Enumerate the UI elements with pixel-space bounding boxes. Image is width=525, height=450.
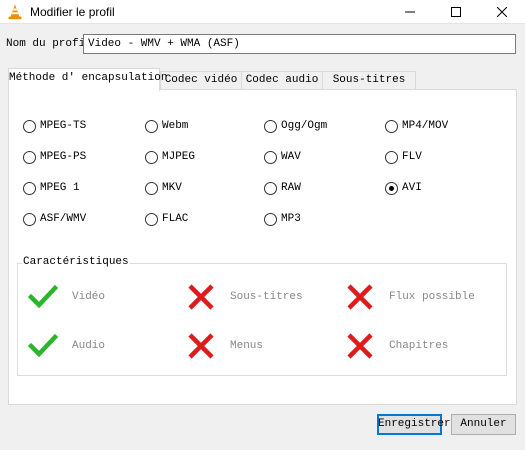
format-radio[interactable]: MKV (145, 180, 182, 196)
radio-circle (385, 119, 398, 133)
cross-icon (188, 284, 214, 310)
format-radio[interactable]: WAV (264, 149, 301, 165)
format-radio[interactable]: RAW (264, 180, 301, 196)
feature-item: Flux possible (345, 283, 475, 311)
format-radio[interactable]: ASF/WMV (23, 211, 86, 227)
format-radio-label: MP4/MOV (402, 120, 449, 132)
features-group: Caractéristiques Vidéo Sous-titres Flux po… (17, 256, 507, 376)
radio-circle (23, 119, 36, 133)
format-radio[interactable]: FLV (385, 149, 422, 165)
vlc-cone-icon (7, 4, 23, 20)
format-radio[interactable]: MPEG-PS (23, 149, 86, 165)
feature-label: Menus (230, 340, 264, 352)
format-radio[interactable]: FLAC (145, 211, 188, 227)
title-bar: Modifier le profil (0, 0, 525, 24)
tab-audio-codec[interactable]: Codec audio (241, 71, 323, 90)
format-radio[interactable]: MP4/MOV (385, 118, 448, 134)
radio-circle (264, 181, 277, 195)
radio-circle (23, 181, 36, 195)
radio-circle (264, 212, 277, 226)
minimize-icon (405, 11, 415, 13)
radio-circle (145, 181, 158, 195)
radio-circle (145, 212, 158, 226)
format-radio[interactable]: MPEG 1 (23, 180, 80, 196)
format-radio-label: MPEG-PS (40, 151, 87, 163)
minimize-button[interactable] (387, 0, 433, 24)
format-radio[interactable]: Webm (145, 118, 188, 134)
format-radio[interactable]: MPEG-TS (23, 118, 86, 134)
format-radio-label: WAV (281, 151, 301, 163)
format-radio-label: MKV (162, 182, 182, 194)
format-radio-label: Webm (162, 120, 189, 132)
format-radio-label: MPEG 1 (40, 182, 80, 194)
radio-circle (145, 150, 158, 164)
feature-label: Vidéo (72, 291, 106, 303)
format-radio-label: RAW (281, 182, 301, 194)
maximize-icon (451, 7, 461, 17)
format-radio[interactable]: MJPEG (145, 149, 195, 165)
checkmark-icon (28, 333, 58, 358)
window-title: Modifier le profil (30, 5, 115, 19)
format-radio[interactable]: MP3 (264, 211, 301, 227)
format-radio-label: FLV (402, 151, 422, 163)
tab-subtitles[interactable]: Sous-titres (322, 71, 416, 90)
radio-circle (264, 119, 277, 133)
cancel-button[interactable]: Annuler (451, 414, 516, 435)
format-radio-label: MJPEG (162, 151, 196, 163)
cross-icon (347, 333, 373, 359)
radio-circle (264, 150, 277, 164)
feature-item: Vidéo (28, 283, 105, 311)
maximize-button[interactable] (433, 0, 479, 24)
format-radio-label: ASF/WMV (40, 213, 87, 225)
feature-item: Menus (186, 332, 263, 360)
close-icon (497, 7, 507, 17)
cross-icon (188, 333, 214, 359)
feature-item: Chapitres (345, 332, 448, 360)
format-radio[interactable]: Ogg/Ogm (264, 118, 327, 134)
feature-item: Sous-titres (186, 283, 303, 311)
tab-video-codec[interactable]: Codec vidéo (160, 71, 242, 90)
format-radio-label: MPEG-TS (40, 120, 87, 132)
tab-encapsulation[interactable]: Méthode d' encapsulation (8, 68, 167, 91)
feature-label: Chapitres (389, 340, 449, 352)
profile-name-label: Nom du profil (6, 38, 92, 50)
radio-circle (385, 181, 398, 195)
radio-circle (23, 212, 36, 226)
profile-name-input[interactable]: Video - WMV + WMA (ASF) (83, 34, 516, 54)
features-title: Caractéristiques (22, 256, 130, 268)
checkmark-icon (28, 284, 58, 309)
feature-label: Audio (72, 340, 106, 352)
format-radio[interactable]: AVI (385, 180, 422, 196)
radio-circle (145, 119, 158, 133)
close-button[interactable] (479, 0, 525, 24)
encapsulation-panel: MPEG-TS Webm Ogg/Ogm MP4/MOV MPEG-PS MJPEG WAV… (8, 89, 517, 405)
radio-circle (385, 150, 398, 164)
format-radio-label: AVI (402, 182, 422, 194)
format-radio-label: FLAC (162, 213, 189, 225)
cross-icon (347, 284, 373, 310)
feature-label: Flux possible (389, 291, 475, 303)
format-radio-label: MP3 (281, 213, 301, 225)
save-button[interactable]: Enregistrer (377, 414, 451, 435)
radio-circle (23, 150, 36, 164)
format-radio-label: Ogg/Ogm (281, 120, 328, 132)
feature-label: Sous-titres (230, 291, 303, 303)
feature-item: Audio (28, 332, 105, 360)
